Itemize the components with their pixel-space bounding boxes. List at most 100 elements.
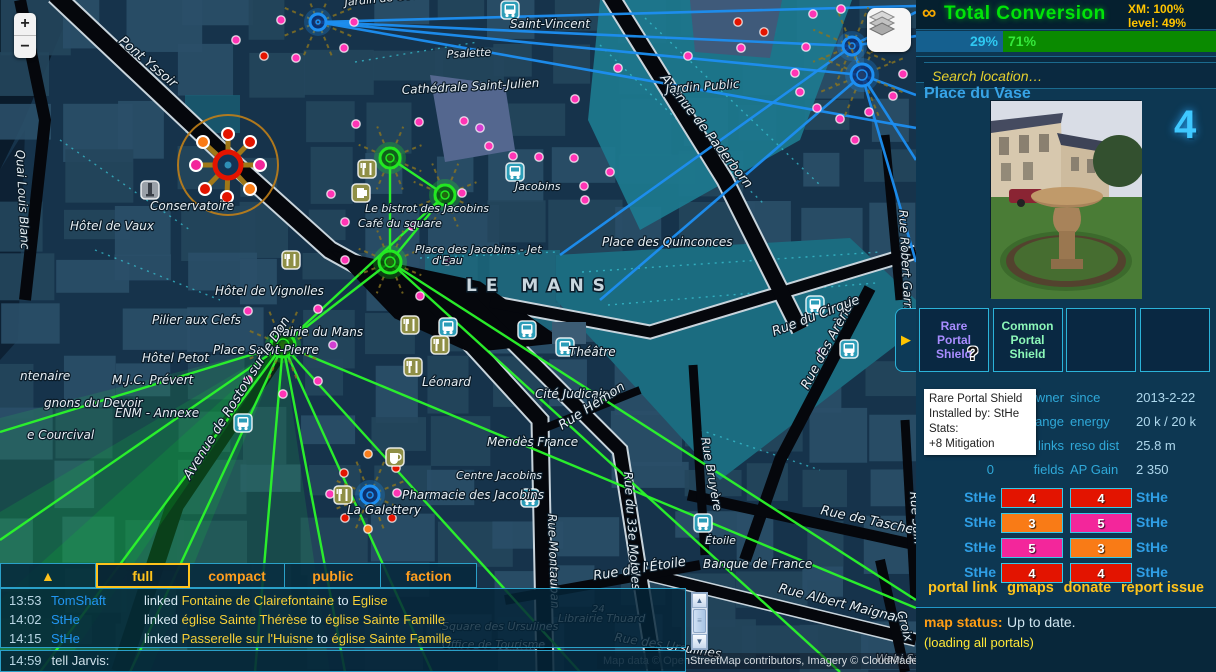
xm-particle	[340, 469, 348, 477]
resonator-list: StHe 4 4 StHeStHe 3 5 StHeStHe 5 3 StHeS…	[916, 487, 1216, 587]
xm-particle	[341, 218, 349, 226]
xm-particle	[416, 292, 424, 300]
map-label: Théâtre	[569, 345, 616, 359]
map-status-note: (loading all portals)	[924, 635, 1208, 650]
xm-particle	[340, 44, 348, 52]
xm-particle	[851, 136, 859, 144]
mod-slot-4[interactable]	[1140, 308, 1210, 372]
scroll-down-button[interactable]: ▼	[692, 634, 707, 649]
portal-marker-blue[interactable]	[310, 14, 326, 30]
xm-particle	[232, 36, 240, 44]
portal-marker-green[interactable]	[380, 148, 400, 168]
zoom-in-button[interactable]: +	[14, 13, 36, 36]
chat-tab-full[interactable]: full	[96, 563, 190, 588]
xm-particle	[292, 54, 300, 62]
food-icon	[401, 316, 419, 334]
map-label: Mendès France	[487, 435, 578, 449]
chat-tab-public[interactable]: public	[285, 563, 381, 588]
map-label: M.J.C. Prévert	[112, 373, 195, 387]
xm-particle	[813, 104, 821, 112]
chat-messages[interactable]: 13:53TomShaftlinked Fontaine de Clairefo…	[0, 588, 686, 648]
chat-message: 13:53TomShaftlinked Fontaine de Clairefo…	[1, 591, 685, 610]
map-status: map status: Up to date. (loading all por…	[916, 607, 1216, 672]
xm-particle	[485, 142, 493, 150]
bus-icon	[439, 318, 457, 336]
bus-icon	[234, 414, 252, 432]
resonator-dot[interactable]	[197, 136, 209, 148]
chat-collapse-button[interactable]: ▲	[0, 563, 96, 588]
xm-particle	[329, 341, 337, 349]
bus-icon	[506, 163, 524, 181]
map-label: Hôtel de Vignolles	[215, 284, 324, 298]
xm-particle	[350, 18, 358, 26]
action-link-donate[interactable]: donate	[1064, 580, 1112, 602]
xm-particle	[899, 70, 907, 78]
xm-particle	[341, 256, 349, 264]
chat-tab-faction[interactable]: faction	[381, 563, 477, 588]
cafe-icon	[386, 448, 404, 466]
chat-panel: ▲ fullcompactpublicfaction 13:53TomShaft…	[0, 563, 710, 588]
layers-button[interactable]	[867, 8, 911, 52]
resonator-dot[interactable]	[199, 183, 211, 195]
map-zoom-control: + −	[14, 13, 36, 58]
map-label: e Courcival	[27, 428, 95, 442]
xm-particle	[314, 377, 322, 385]
map-label: Pharmacie des Jacobins	[402, 488, 544, 502]
resonator-dot[interactable]	[244, 136, 256, 148]
food-icon	[404, 358, 422, 376]
resonator-row: StHe 4 4 StHe	[916, 487, 1216, 512]
layers-icon	[867, 8, 897, 38]
portal-marker-blue[interactable]	[361, 486, 379, 504]
chat-input[interactable]: 14:59tell Jarvis:	[0, 650, 686, 672]
mod-slot-3[interactable]	[1066, 308, 1136, 372]
xm-particle	[326, 490, 334, 498]
xm-particle	[836, 115, 844, 123]
map-label: Hôtel de Vaux	[70, 219, 155, 233]
xm-particle	[460, 117, 468, 125]
map-label: Place des Quinconces	[602, 235, 733, 249]
help-cursor-icon: ?	[967, 344, 979, 366]
xm-particle	[809, 10, 817, 18]
action-link-report-issue[interactable]: report issue	[1121, 580, 1204, 602]
chat-tab-compact[interactable]: compact	[190, 563, 286, 588]
bus-icon	[694, 514, 712, 532]
chat-message: 14:02StHelinked église Sainte Thérèse to…	[1, 610, 685, 629]
mod-slot-2[interactable]: CommonPortalShield	[993, 308, 1063, 372]
collapse-arrow-icon: ▲	[41, 568, 55, 584]
resonator-dot[interactable]	[190, 159, 202, 171]
map-label: ntenaire	[20, 369, 70, 383]
scroll-up-button[interactable]: ▲	[692, 593, 707, 608]
action-link-gmaps[interactable]: gmaps	[1007, 580, 1054, 602]
xm-particle	[476, 124, 484, 132]
scroll-thumb[interactable]: ≡	[693, 609, 706, 633]
resistance-percent: 29%	[916, 31, 1003, 52]
search-input[interactable]: Search location…	[916, 56, 1216, 83]
chat-scrollbar[interactable]: ▲ ≡ ▼	[691, 592, 708, 650]
sidebar-collapse-tab[interactable]: ▶	[895, 308, 916, 372]
portal-marker-green[interactable]	[379, 251, 401, 273]
zoom-out-button[interactable]: −	[14, 36, 36, 58]
portal-photo[interactable]	[990, 100, 1141, 298]
resonator-dot[interactable]	[244, 183, 256, 195]
xm-particle	[364, 525, 372, 533]
level-value: level: 49%	[1128, 16, 1186, 30]
xm-particle	[314, 305, 322, 313]
chat-input-prefix: tell Jarvis:	[52, 653, 110, 668]
action-link-portal-link[interactable]: portal link	[928, 580, 997, 602]
city-label: LE MANS	[466, 276, 614, 296]
xm-particle	[791, 69, 799, 77]
map-status-value: Up to date.	[1007, 614, 1076, 630]
xm-particle	[570, 154, 578, 162]
xm-particle	[606, 168, 614, 176]
stat-row: 0fields AP Gain2 350	[916, 462, 1216, 486]
map-label: Centre Jacobins	[456, 469, 542, 482]
portal-marker-blue[interactable]	[851, 64, 873, 86]
map-label: Café du square	[358, 217, 442, 230]
xm-particle	[734, 18, 742, 26]
infinity-icon: ∞	[922, 2, 936, 25]
xm-particle	[889, 92, 897, 100]
resonator-row: StHe 5 3 StHe	[916, 537, 1216, 562]
resonator-dot[interactable]	[222, 128, 234, 140]
xm-particle	[458, 189, 466, 197]
resonator-dot[interactable]	[254, 159, 266, 171]
